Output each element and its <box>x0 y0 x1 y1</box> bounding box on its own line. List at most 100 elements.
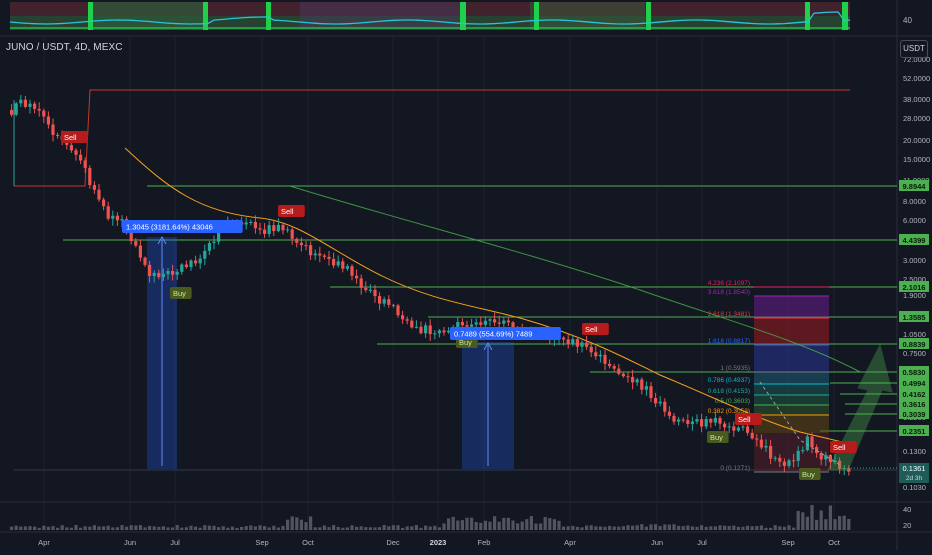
candle-body <box>658 401 662 404</box>
candle-body <box>92 185 96 190</box>
price-tag: 0.2351 <box>903 427 926 436</box>
fib-level-label: 1.618 (0.8817) <box>708 338 750 345</box>
volume-bar <box>847 518 851 530</box>
candle-body <box>502 320 506 324</box>
candle-body <box>203 250 207 259</box>
volume-bar <box>792 527 796 530</box>
time-tick-label: Oct <box>302 538 315 547</box>
volume-bar <box>640 524 644 530</box>
candle-body <box>709 419 713 423</box>
volume-bar <box>401 527 405 530</box>
volume-bar <box>782 526 786 530</box>
time-tick-label: Apr <box>38 538 50 547</box>
candle-body <box>437 330 441 334</box>
volume-bar <box>92 525 96 530</box>
candle-body <box>152 272 156 277</box>
volume-bar <box>759 525 763 530</box>
candle-body <box>253 222 257 229</box>
volume-bar <box>552 519 556 530</box>
time-tick-label: Feb <box>478 538 491 547</box>
candle-body <box>580 342 584 347</box>
osc-signal-bar <box>646 2 651 30</box>
chart-canvas[interactable]: 4072.000052.000038.000028.000020.000015.… <box>0 0 932 550</box>
volume-bar <box>571 525 575 530</box>
candle-body <box>465 325 469 327</box>
volume-bar <box>497 521 501 530</box>
candle-body <box>171 271 175 275</box>
price-tag: 0.8839 <box>903 340 926 349</box>
sell-signal: Sell <box>738 415 751 424</box>
price-tick-label: 6.0000 <box>903 216 926 225</box>
volume-bar <box>769 527 773 530</box>
volume-bar <box>74 525 78 530</box>
volume-bar <box>249 525 253 530</box>
volume-bar <box>345 527 349 530</box>
volume-bar <box>14 525 18 530</box>
volume-bar <box>405 526 409 530</box>
price-tick-label: 38.0000 <box>903 95 930 104</box>
candle-body <box>700 419 704 427</box>
candle-body <box>313 253 317 256</box>
candle-body <box>378 296 382 304</box>
price-tag: 0.4994 <box>903 379 927 388</box>
volume-bar <box>341 527 345 530</box>
current-price: 0.1361 <box>903 464 926 473</box>
volume-bar <box>695 526 699 530</box>
volume-bar <box>732 525 736 530</box>
volume-bar <box>217 527 221 530</box>
candle-body <box>497 322 501 324</box>
candle-body <box>332 258 336 266</box>
volume-bar <box>65 527 69 530</box>
currency-button[interactable]: USDT <box>900 40 928 58</box>
price-tag: 0.3039 <box>903 410 926 419</box>
candle-body <box>180 264 184 272</box>
volume-bar <box>79 527 83 530</box>
volume-bar <box>258 525 262 530</box>
candle-body <box>644 386 648 390</box>
volume-bar <box>428 526 432 530</box>
candle-body <box>447 330 451 333</box>
price-tick-label: 20.0000 <box>903 136 930 145</box>
candle-body <box>663 401 667 412</box>
volume-bar <box>115 527 119 530</box>
volume-bar <box>704 526 708 530</box>
time-tick-label: Jun <box>124 538 136 547</box>
volume-bar <box>230 526 234 530</box>
sell-signal: Sell <box>585 325 598 334</box>
candle-body <box>79 154 83 161</box>
time-tick-label: Oct <box>828 538 841 547</box>
volume-bar <box>447 518 451 530</box>
volume-bar <box>120 525 124 530</box>
volume-bar <box>566 526 570 530</box>
fib-level-label: 1 (0.5935) <box>720 365 750 372</box>
volume-bar <box>263 526 267 530</box>
volume-bar <box>700 525 704 530</box>
candle-body <box>594 352 598 357</box>
volume-bar <box>773 525 777 530</box>
volume-bar <box>410 526 414 530</box>
candle-body <box>51 124 55 135</box>
volume-bar <box>824 519 828 530</box>
osc-zone <box>530 2 645 30</box>
candle-body <box>414 326 418 328</box>
volume-bar <box>19 526 23 530</box>
volume-bar <box>33 526 37 530</box>
volume-bar <box>819 510 823 530</box>
volume-bar <box>157 526 161 530</box>
candle-body <box>143 257 147 265</box>
fib-level-label: 0 (0.1271) <box>720 465 750 472</box>
volume-bar <box>180 527 184 530</box>
candle-body <box>635 379 639 383</box>
candle-body <box>801 450 805 452</box>
candle-body <box>166 271 170 275</box>
time-tick-label: Jul <box>697 538 707 547</box>
volume-bar <box>391 525 395 530</box>
volume-bar <box>833 519 837 530</box>
volume-bar <box>488 521 492 530</box>
volume-bar <box>810 505 814 530</box>
candle-body <box>355 275 359 279</box>
volume-bar <box>442 523 446 530</box>
trading-chart[interactable]: 40 72.0000 52.0000 38.0000 28.0000 20.0000 15.… <box>0 0 932 550</box>
volume-bar <box>649 524 653 530</box>
volume-bar <box>838 516 842 530</box>
